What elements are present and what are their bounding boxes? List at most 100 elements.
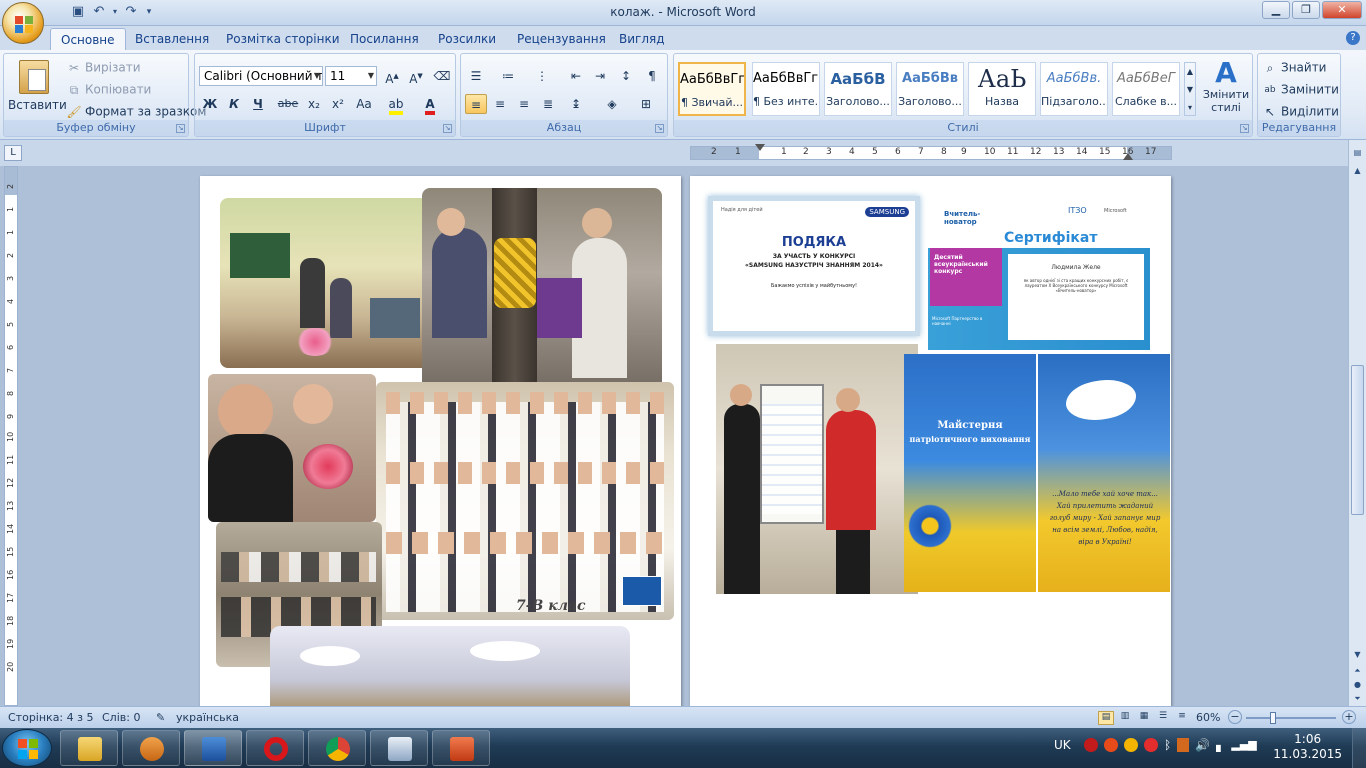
style-subtle-emphasis[interactable]: АаБбВеГ Слабке в... [1112,62,1180,116]
align-right-icon[interactable]: ≡ [513,94,535,114]
start-button[interactable] [2,729,52,767]
multilevel-list-icon[interactable]: ⋮ [531,66,553,86]
tab-selector-icon[interactable]: L [4,145,22,161]
decrease-indent-icon[interactable]: ⇤ [565,66,587,86]
superscript-button[interactable]: x² [327,94,349,114]
tab-home[interactable]: Основне [50,28,126,50]
paste-button[interactable]: Вставити [8,58,67,120]
tray-book-icon[interactable] [1177,738,1190,752]
zoom-slider-thumb[interactable] [1270,712,1276,724]
full-screen-reading-icon[interactable]: ▥ [1117,711,1133,725]
taskbar-opera[interactable] [246,730,304,766]
change-case-button[interactable]: Aa [353,94,375,114]
taskbar-publisher[interactable] [370,730,428,766]
restore-icon[interactable]: ❐ [1292,1,1320,19]
grow-font-button[interactable]: A▲ [381,66,403,86]
tray-chrome-icon[interactable] [1124,738,1138,752]
scroll-down-icon[interactable]: ▼ [1351,650,1364,664]
web-layout-icon[interactable]: ▦ [1136,711,1152,725]
font-color-icon[interactable]: A [419,94,441,115]
strikethrough-button[interactable]: abe [277,94,299,114]
horizontal-ruler[interactable]: 2 1 1 2 3 4 5 6 7 8 9 10 11 12 13 14 15 … [690,144,1172,160]
clear-formatting-icon[interactable]: ⌫ [431,66,453,86]
page-collage[interactable]: 7-В клас [200,176,681,706]
tab-view[interactable]: Вигляд [609,28,675,50]
zoom-in-icon[interactable]: + [1342,710,1356,724]
ruler-toggle-icon[interactable]: ▤ [1351,148,1364,162]
style-no-spacing[interactable]: АаБбВвГг, ¶ Без инте... [752,62,820,116]
styles-scroll-icon[interactable]: ▲ ▼ ▾ [1184,62,1196,116]
bullets-icon[interactable]: ☰ [465,66,487,86]
shading-icon[interactable]: ◈ [601,94,623,114]
paragraph-launcher-icon[interactable]: ↘ [655,124,664,133]
style-heading1[interactable]: АаБбВ Заголово... [824,62,892,116]
line-spacing-icon[interactable]: ↨ [565,94,587,114]
tab-references[interactable]: Посилання [340,28,429,50]
proofing-icon[interactable]: ✎ [156,711,165,724]
justify-icon[interactable]: ≣ [537,94,559,114]
zoom-level[interactable]: 60% [1196,711,1220,724]
volume-icon[interactable]: 🔊 [1195,738,1210,752]
tray-opera-icon[interactable] [1104,738,1118,752]
system-clock[interactable]: 1:06 11.03.2015 [1273,732,1342,762]
scroll-up-icon[interactable]: ▲ [1351,166,1364,180]
subscript-button[interactable]: x₂ [303,94,325,114]
shrink-font-button[interactable]: A▼ [405,66,427,86]
tab-insert[interactable]: Вставлення [125,28,219,50]
replace-button[interactable]: ab Замінити [1262,82,1339,98]
tab-review[interactable]: Рецензування [507,28,616,50]
taskbar-powerpoint[interactable] [432,730,490,766]
tray-app-icon[interactable] [1084,738,1098,752]
close-icon[interactable]: ✕ [1322,1,1362,19]
page-count[interactable]: Сторінка: 4 з 5 [8,711,93,724]
align-left-icon[interactable]: ≡ [465,94,487,114]
font-name-combo[interactable]: Calibri (Основний те ▼ [199,66,323,86]
vertical-scrollbar[interactable]: ▤ ▲ ▼ ⏶ ● ⏷ [1348,140,1366,706]
clipboard-launcher-icon[interactable]: ↘ [176,124,185,133]
bluetooth-icon[interactable]: ᛒ [1164,738,1171,752]
tray-yandex-icon[interactable] [1144,738,1158,752]
tab-page-layout[interactable]: Розмітка сторінки [216,28,350,50]
bold-button[interactable]: Ж [199,94,221,114]
right-indent-marker-icon[interactable] [1123,153,1133,160]
previous-page-icon[interactable]: ⏶ [1351,666,1364,680]
outline-icon[interactable]: ☰ [1155,711,1171,725]
taskbar-word[interactable] [184,730,242,766]
language-indicator[interactable]: українська [176,711,239,724]
format-painter-button[interactable]: 🖌 Формат за зразком [66,104,206,120]
highlight-icon[interactable]: ab [385,94,407,115]
taskbar-media-player[interactable] [122,730,180,766]
minimize-icon[interactable]: ▁ [1262,1,1290,19]
font-launcher-icon[interactable]: ↘ [443,124,452,133]
print-layout-icon[interactable]: ▤ [1098,711,1114,725]
word-count[interactable]: Слів: 0 [102,711,140,724]
browse-object-icon[interactable]: ● [1351,680,1364,694]
scrollbar-thumb[interactable] [1351,365,1364,515]
page-certificates[interactable]: Надія для дітей SAMSUNG ПОДЯКА ЗА УЧАСТЬ… [690,176,1171,706]
signal-icon[interactable]: ▂▄▆ [1231,738,1256,752]
style-normal[interactable]: АаБбВвГг, ¶ Звичай... [678,62,746,116]
style-subtitle[interactable]: АаБбВв. Підзаголо... [1040,62,1108,116]
increase-indent-icon[interactable]: ⇥ [589,66,611,86]
align-center-icon[interactable]: ≡ [489,94,511,114]
numbering-icon[interactable]: ≔ [497,66,519,86]
underline-button[interactable]: Ч [247,94,269,114]
taskbar-chrome[interactable] [308,730,366,766]
italic-button[interactable]: К [223,94,245,114]
help-icon[interactable]: ? [1346,31,1360,45]
tab-mailings[interactable]: Розсилки [428,28,506,50]
style-heading2[interactable]: АаБбВв Заголово... [896,62,964,116]
show-desktop-button[interactable] [1352,728,1366,768]
indent-marker-icon[interactable] [755,144,765,151]
cut-button[interactable]: ✂ Вирізати [66,60,141,76]
taskbar-explorer[interactable] [60,730,118,766]
sort-icon[interactable]: ↕ [615,66,637,86]
styles-launcher-icon[interactable]: ↘ [1240,124,1249,133]
office-button[interactable] [2,2,44,44]
zoom-out-icon[interactable]: − [1228,710,1242,724]
document-area[interactable]: 2 1 1 2 3 4 5 6 7 8 9 10 11 12 13 14 15 16 17 18 19 20 [0,166,1348,706]
change-styles-button[interactable]: A Змінити стилі [1200,58,1252,115]
select-button[interactable]: ↖ Виділити [1262,104,1339,120]
zoom-slider[interactable] [1246,712,1336,724]
pilcrow-icon[interactable]: ¶ [641,66,663,86]
